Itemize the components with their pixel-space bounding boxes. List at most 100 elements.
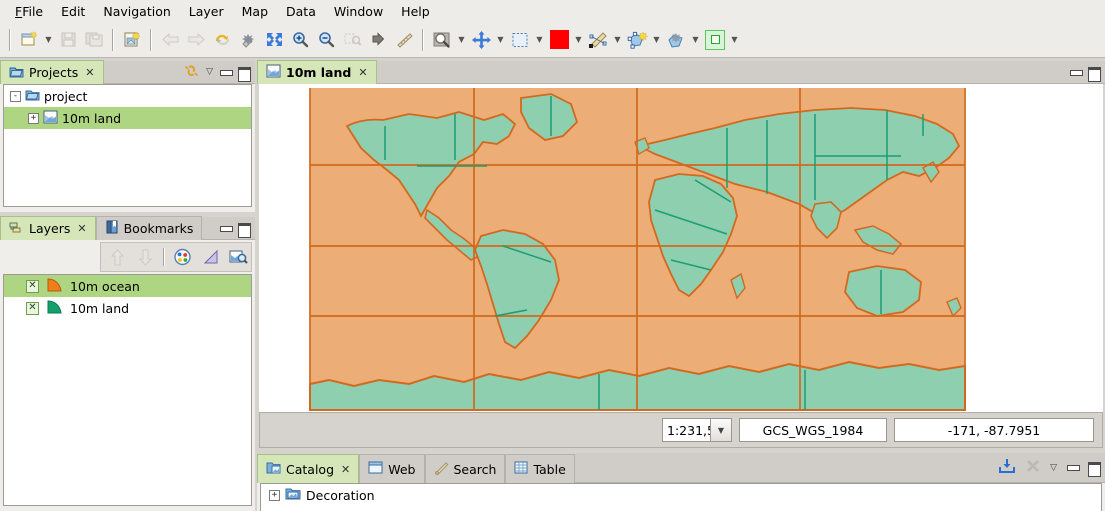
import-icon[interactable] <box>998 458 1016 477</box>
tab-layers[interactable]: Layers ✕ <box>0 216 96 240</box>
layers-toolbar-separator <box>163 248 165 266</box>
bottom-maximize-button[interactable] <box>1088 462 1099 473</box>
tab-layers-close-icon[interactable]: ✕ <box>77 222 86 235</box>
tab-projects-close-icon[interactable]: ✕ <box>85 66 94 79</box>
bottom-tabrow-filler: ▽ <box>575 453 1105 483</box>
decoration-expander[interactable]: + <box>269 490 280 501</box>
info-tool-dropdown-arrow[interactable]: ▼ <box>455 28 468 52</box>
pan-tool-dropdown-arrow[interactable]: ▼ <box>494 28 507 52</box>
edit-geometry-button[interactable] <box>585 28 611 52</box>
menu-help[interactable]: Help <box>392 2 439 21</box>
scale-dropdown-button[interactable]: ▼ <box>710 418 732 442</box>
tab-map-close-icon[interactable]: ✕ <box>358 66 367 79</box>
edit-geometry-dropdown-arrow[interactable]: ▼ <box>611 28 624 52</box>
layers-maximize-button[interactable] <box>238 223 249 234</box>
create-feature-dropdown-arrow[interactable]: ▼ <box>650 28 663 52</box>
save-button[interactable] <box>55 28 81 52</box>
scale-input[interactable]: 1:231,5 <box>662 418 710 442</box>
refresh-button[interactable] <box>209 28 235 52</box>
projects-maximize-button[interactable] <box>238 67 249 78</box>
select-tool-button[interactable] <box>507 28 533 52</box>
layer-visibility-checkbox[interactable]: ✕ <box>26 302 39 315</box>
save-all-button[interactable] <box>81 28 107 52</box>
navigate-forward-button[interactable] <box>183 28 209 52</box>
measure-button[interactable] <box>391 28 417 52</box>
tab-catalog-close-icon[interactable]: ✕ <box>341 463 350 476</box>
new-project-button[interactable] <box>16 28 42 52</box>
info-tool-button[interactable] <box>429 28 455 52</box>
bottom-view-menu-chevron[interactable]: ▽ <box>1050 463 1057 473</box>
delete-feature-button[interactable] <box>663 28 689 52</box>
move-layer-up-button[interactable] <box>105 245 131 269</box>
menu-navigation[interactable]: Navigation <box>94 2 179 21</box>
tab-catalog[interactable]: Catalog ✕ <box>257 454 359 483</box>
tab-search[interactable]: Search <box>425 454 506 483</box>
crs-field[interactable]: GCS_WGS_1984 <box>739 418 887 442</box>
new-project-dropdown-arrow[interactable]: ▼ <box>42 28 55 52</box>
navigate-back-button[interactable] <box>157 28 183 52</box>
new-geometry-button[interactable] <box>702 28 728 52</box>
layers-minimize-button[interactable] <box>220 223 231 234</box>
projects-view-menu-chevron[interactable]: ▽ <box>206 67 213 77</box>
map-editor-panel: 10m land ✕ <box>257 60 1105 452</box>
project-expander[interactable]: - <box>10 91 21 102</box>
menu-layer[interactable]: Layer <box>180 2 233 21</box>
web-icon <box>368 461 383 477</box>
close-x-icon[interactable] <box>1026 459 1040 476</box>
list-item[interactable]: ✕ 10m land <box>4 297 251 319</box>
menu-edit[interactable]: Edit <box>52 2 94 21</box>
tab-projects-label: Projects <box>29 65 78 80</box>
tab-projects[interactable]: Projects ✕ <box>0 60 104 84</box>
scale-control[interactable]: 1:231,5 ▼ <box>662 418 732 442</box>
projects-tree[interactable]: - project + 10m land <box>3 84 252 207</box>
fill-color-dropdown-arrow[interactable]: ▼ <box>572 28 585 52</box>
menu-file[interactable]: FFile <box>6 2 52 21</box>
layer-style-button[interactable] <box>170 245 196 269</box>
orange-polygon-icon <box>46 278 63 295</box>
move-layer-down-button[interactable] <box>133 245 159 269</box>
map-editor-tabrow: 10m land ✕ <box>257 60 1105 84</box>
projects-minimize-button[interactable] <box>220 67 231 78</box>
link-chain-icon[interactable] <box>184 64 199 81</box>
menu-data[interactable]: Data <box>277 2 325 21</box>
map-maximize-button[interactable] <box>1088 67 1099 78</box>
delete-feature-dropdown-arrow[interactable]: ▼ <box>689 28 702 52</box>
menu-file-label: File <box>14 4 43 19</box>
tree-row[interactable]: + Decoration <box>261 484 1101 506</box>
bottom-minimize-button[interactable] <box>1067 462 1078 473</box>
menu-window[interactable]: Window <box>325 2 392 21</box>
new-geometry-dropdown-arrow[interactable]: ▼ <box>728 28 741 52</box>
toolbar-separator <box>422 29 424 51</box>
fill-color-button[interactable] <box>546 28 572 52</box>
pan-tool-button[interactable] <box>468 28 494 52</box>
tab-table[interactable]: Table <box>505 454 574 483</box>
menu-map[interactable]: Map <box>233 2 277 21</box>
catalog-tree[interactable]: + Decoration <box>260 483 1102 511</box>
tab-map-10m-land[interactable]: 10m land ✕ <box>257 60 377 84</box>
map-minimize-button[interactable] <box>1070 67 1081 78</box>
udig-application-window: FFile Edit Navigation Layer Map Data Win… <box>0 0 1105 511</box>
layers-list[interactable]: ✕ 10m ocean ✕ 10m land <box>3 274 252 506</box>
zoom-to-layer-button[interactable] <box>225 245 251 269</box>
project-folder-icon <box>25 88 40 104</box>
zoom-in-button[interactable] <box>287 28 313 52</box>
new-map-button[interactable] <box>119 28 145 52</box>
clear-selection-button[interactable] <box>235 28 261 52</box>
pan-to-button[interactable] <box>365 28 391 52</box>
layer-expander[interactable]: + <box>28 113 39 124</box>
zoom-extent-button[interactable] <box>261 28 287 52</box>
map-canvas[interactable] <box>259 84 1103 412</box>
layer-transparency-button[interactable] <box>198 245 224 269</box>
tree-row[interactable]: + 10m land <box>4 107 251 129</box>
tab-map-label: 10m land <box>286 65 351 80</box>
zoom-to-selection-button[interactable] <box>339 28 365 52</box>
tab-web[interactable]: Web <box>359 454 424 483</box>
list-item[interactable]: ✕ 10m ocean <box>4 275 251 297</box>
create-feature-button[interactable] <box>624 28 650 52</box>
tree-row[interactable]: - project <box>4 85 251 107</box>
select-tool-dropdown-arrow[interactable]: ▼ <box>533 28 546 52</box>
bookmarks-icon <box>105 220 119 237</box>
layer-visibility-checkbox[interactable]: ✕ <box>26 280 39 293</box>
tab-bookmarks[interactable]: Bookmarks <box>96 216 203 240</box>
zoom-out-button[interactable] <box>313 28 339 52</box>
